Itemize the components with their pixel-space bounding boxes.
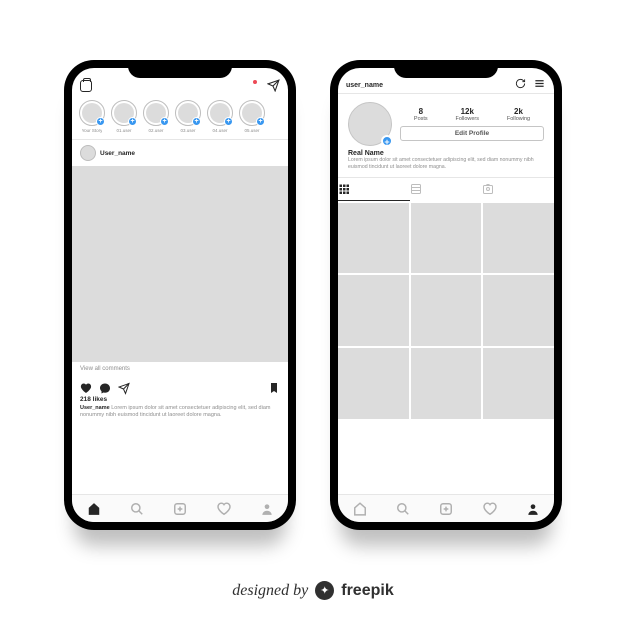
attribution-brand: freepik xyxy=(341,582,393,600)
plus-icon: + xyxy=(128,117,137,126)
post-image[interactable] xyxy=(72,166,288,362)
tab-grid[interactable] xyxy=(338,178,410,201)
bookmark-icon[interactable] xyxy=(268,382,280,394)
grid-cell[interactable] xyxy=(483,348,554,419)
activity-icon[interactable] xyxy=(483,502,496,515)
add-post-icon[interactable] xyxy=(173,502,186,515)
story-label: Your Story xyxy=(82,128,103,133)
post-header[interactable]: User_name xyxy=(72,140,288,166)
add-post-icon[interactable] xyxy=(439,502,452,515)
profile-username[interactable]: user_name xyxy=(346,82,383,89)
story-label: 05.user xyxy=(244,128,259,133)
attribution: designed by ✦ freepik xyxy=(0,581,626,600)
plus-icon: + xyxy=(160,117,169,126)
story-item[interactable]: + 04.user xyxy=(206,100,234,133)
grid-cell[interactable] xyxy=(411,348,482,419)
view-comments-link[interactable]: View all comments xyxy=(72,362,288,376)
plus-icon: + xyxy=(96,117,105,126)
story-item[interactable]: + 05.user xyxy=(238,100,266,133)
like-count[interactable]: 218 likes xyxy=(72,396,288,403)
direct-message-icon[interactable] xyxy=(267,79,280,92)
post-actions xyxy=(72,376,288,396)
profile-icon[interactable] xyxy=(526,502,539,515)
stat-posts[interactable]: 8 Posts xyxy=(414,107,428,122)
edit-profile-button[interactable]: Edit Profile xyxy=(400,126,544,141)
home-icon[interactable] xyxy=(87,502,100,515)
tab-tagged[interactable] xyxy=(482,178,554,201)
like-icon[interactable] xyxy=(80,382,92,394)
profile-bio-text: Lorem ipsum dolor sit amet consectetuer … xyxy=(348,157,544,171)
phone-profile: user_name + 8 Posts xyxy=(330,60,562,530)
phone-feed: + Your Story + 01.user + 02.user + 03.us… xyxy=(64,60,296,530)
share-icon[interactable] xyxy=(118,382,130,394)
activity-icon[interactable] xyxy=(217,502,230,515)
notch xyxy=(394,60,498,78)
profile-tabs xyxy=(338,177,554,201)
notch xyxy=(128,60,232,78)
grid-cell[interactable] xyxy=(411,203,482,274)
profile-real-name: Real Name xyxy=(348,150,544,157)
bottom-nav xyxy=(72,494,288,522)
grid-cell[interactable] xyxy=(483,203,554,274)
stat-followers[interactable]: 12k Followers xyxy=(455,107,479,122)
tab-feed[interactable] xyxy=(410,178,482,201)
home-icon[interactable] xyxy=(353,502,366,515)
profile-grid xyxy=(338,201,554,421)
stories-bar[interactable]: + Your Story + 01.user + 02.user + 03.us… xyxy=(72,96,288,140)
plus-icon: + xyxy=(224,117,233,126)
story-label: 02.user xyxy=(148,128,163,133)
caption-author[interactable]: User_name xyxy=(80,405,110,411)
story-your-story[interactable]: + Your Story xyxy=(78,100,106,133)
menu-icon[interactable] xyxy=(533,78,546,89)
post-caption: User_name Lorem ipsum dolor sit amet con… xyxy=(72,403,288,419)
avatar[interactable] xyxy=(80,145,96,161)
plus-icon: + xyxy=(192,117,201,126)
post-author[interactable]: User_name xyxy=(100,150,135,157)
profile-header: + 8 Posts 12k Followers 2k xyxy=(338,94,554,150)
story-item[interactable]: + 01.user xyxy=(110,100,138,133)
grid-cell[interactable] xyxy=(411,275,482,346)
story-item[interactable]: + 02.user xyxy=(142,100,170,133)
activity-dot xyxy=(253,80,257,84)
story-label: 04.user xyxy=(212,128,227,133)
refresh-icon[interactable] xyxy=(515,78,526,89)
story-label: 03.user xyxy=(180,128,195,133)
attribution-prefix: designed by xyxy=(232,582,308,600)
profile-bio: Real Name Lorem ipsum dolor sit amet con… xyxy=(338,150,554,177)
grid-cell[interactable] xyxy=(483,275,554,346)
comment-icon[interactable] xyxy=(99,382,111,394)
camera-icon[interactable] xyxy=(80,80,92,92)
grid-cell[interactable] xyxy=(338,348,409,419)
profile-icon[interactable] xyxy=(260,502,273,515)
story-item[interactable]: + 03.user xyxy=(174,100,202,133)
search-icon[interactable] xyxy=(130,502,143,515)
freepik-logo-icon: ✦ xyxy=(315,581,334,600)
bottom-nav xyxy=(338,494,554,522)
plus-icon: + xyxy=(256,117,265,126)
stat-following[interactable]: 2k Following xyxy=(507,107,530,122)
grid-cell[interactable] xyxy=(338,275,409,346)
search-icon[interactable] xyxy=(396,502,409,515)
add-story-icon[interactable]: + xyxy=(381,135,393,147)
story-label: 01.user xyxy=(116,128,131,133)
grid-cell[interactable] xyxy=(338,203,409,274)
